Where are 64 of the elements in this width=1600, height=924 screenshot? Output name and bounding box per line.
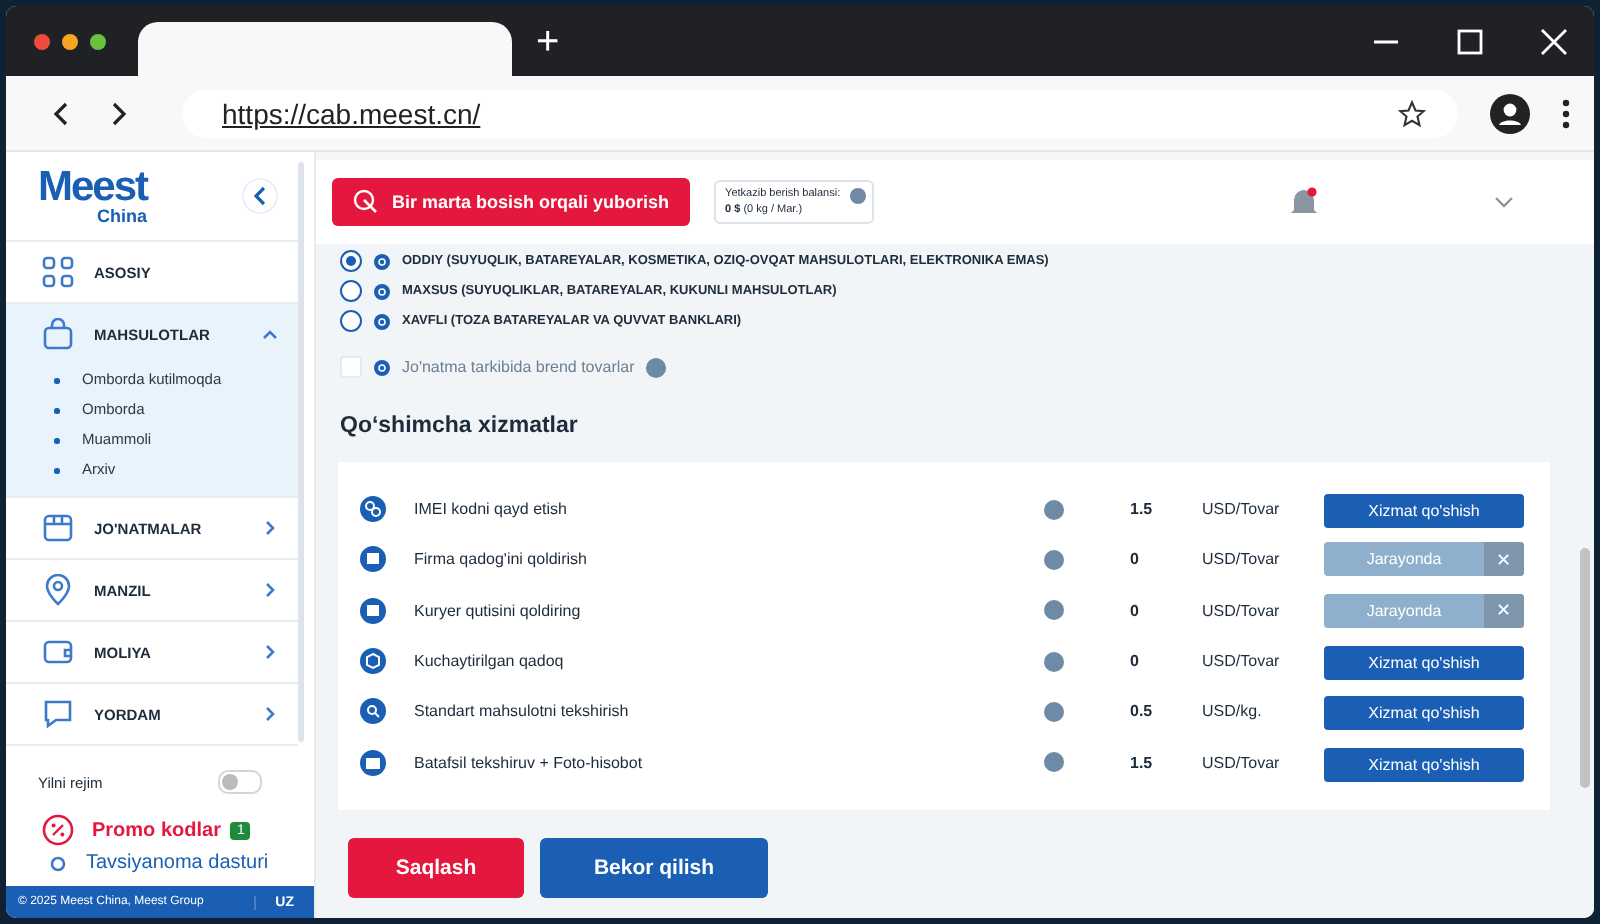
service-name: Batafsil tekshiruv + Foto-hisobot bbox=[414, 753, 645, 772]
bell-icon[interactable] bbox=[1290, 186, 1318, 218]
send-button[interactable]: Bir marta bosish orqali yuborish bbox=[332, 178, 690, 226]
pending-status: Jarayonda bbox=[1364, 601, 1444, 620]
box-icon bbox=[360, 546, 386, 573]
night-mode-toggle[interactable] bbox=[218, 770, 262, 794]
price-unit: USD/Tovar bbox=[1202, 601, 1282, 620]
checkbox-label: Jo'natma tarkibida brend tovarlar bbox=[402, 358, 635, 376]
close-icon[interactable] bbox=[1538, 25, 1570, 57]
bag-icon bbox=[42, 318, 74, 350]
more-icon[interactable] bbox=[1562, 97, 1570, 129]
meest-logo[interactable]: Meest China bbox=[38, 166, 148, 226]
box-icon bbox=[42, 512, 74, 544]
section-title: Qo‘shimcha xizmatlar bbox=[340, 414, 580, 438]
referral-link[interactable]: Tavsiyanoma dasturi bbox=[86, 854, 269, 874]
cancel-button[interactable]: Bekor qilish bbox=[540, 837, 768, 898]
service-price: 0 bbox=[1130, 652, 1141, 671]
maximize-icon[interactable] bbox=[1454, 25, 1486, 57]
info-icon[interactable] bbox=[374, 359, 390, 375]
checkbox[interactable] bbox=[340, 356, 362, 378]
box-icon bbox=[360, 597, 386, 624]
service-name: Standart mahsulotni tekshirish bbox=[414, 702, 631, 721]
promo-codes-link[interactable]: Promo kodlar bbox=[92, 819, 221, 841]
service-price: 0.5 bbox=[1130, 702, 1155, 721]
scrollbar[interactable] bbox=[298, 162, 304, 742]
search-icon bbox=[360, 698, 386, 725]
wallet-icon bbox=[42, 636, 74, 668]
percent-icon bbox=[42, 814, 74, 846]
radio-button[interactable] bbox=[340, 310, 362, 332]
radio-button[interactable] bbox=[340, 280, 362, 302]
save-button[interactable]: Saqlash bbox=[348, 837, 524, 898]
add-service-button[interactable]: Xizmat qo'shish bbox=[1324, 494, 1524, 529]
search-icon bbox=[352, 188, 380, 216]
location-icon bbox=[42, 574, 74, 606]
service-name: IMEI kodni qayd etish bbox=[414, 500, 569, 519]
price-unit: USD/Tovar bbox=[1202, 753, 1282, 772]
service-name: Kuchaytirilgan qadoq bbox=[414, 652, 566, 671]
add-service-button[interactable]: Xizmat qo'shish bbox=[1324, 696, 1524, 731]
service-price: 0 bbox=[1130, 601, 1141, 620]
chain-icon bbox=[360, 496, 386, 523]
new-tab-button[interactable]: + bbox=[536, 21, 560, 61]
scrollbar[interactable] bbox=[1580, 548, 1590, 788]
add-service-button[interactable]: Xizmat qo'shish bbox=[1324, 646, 1524, 681]
address-bar[interactable]: https://cab.meest.cn/ bbox=[182, 89, 1458, 137]
service-price: 0 bbox=[1130, 550, 1141, 569]
star-icon[interactable] bbox=[1398, 99, 1426, 127]
collapse-button[interactable] bbox=[242, 178, 278, 214]
service-price: 1.5 bbox=[1130, 753, 1155, 772]
service-name: Firma qadog'ini qoldirish bbox=[414, 550, 589, 569]
service-price: 1.5 bbox=[1130, 500, 1155, 519]
add-service-button[interactable]: Xizmat qo'shish bbox=[1324, 747, 1524, 782]
cube-icon bbox=[360, 648, 386, 675]
service-name: Kuryer qutisini qoldiring bbox=[414, 601, 583, 620]
profile-icon[interactable] bbox=[1490, 93, 1530, 133]
pending-status: Jarayonda bbox=[1364, 550, 1444, 569]
chevron-down-icon[interactable] bbox=[1494, 196, 1514, 208]
chat-icon bbox=[42, 698, 74, 730]
grid-icon bbox=[42, 256, 74, 288]
price-unit: USD/Tovar bbox=[1202, 500, 1282, 519]
price-unit: USD/kg. bbox=[1202, 702, 1264, 721]
price-unit: USD/Tovar bbox=[1202, 550, 1282, 569]
price-unit: USD/Tovar bbox=[1202, 652, 1282, 671]
chevron-left-icon bbox=[252, 186, 268, 206]
radio-button[interactable] bbox=[340, 250, 362, 272]
